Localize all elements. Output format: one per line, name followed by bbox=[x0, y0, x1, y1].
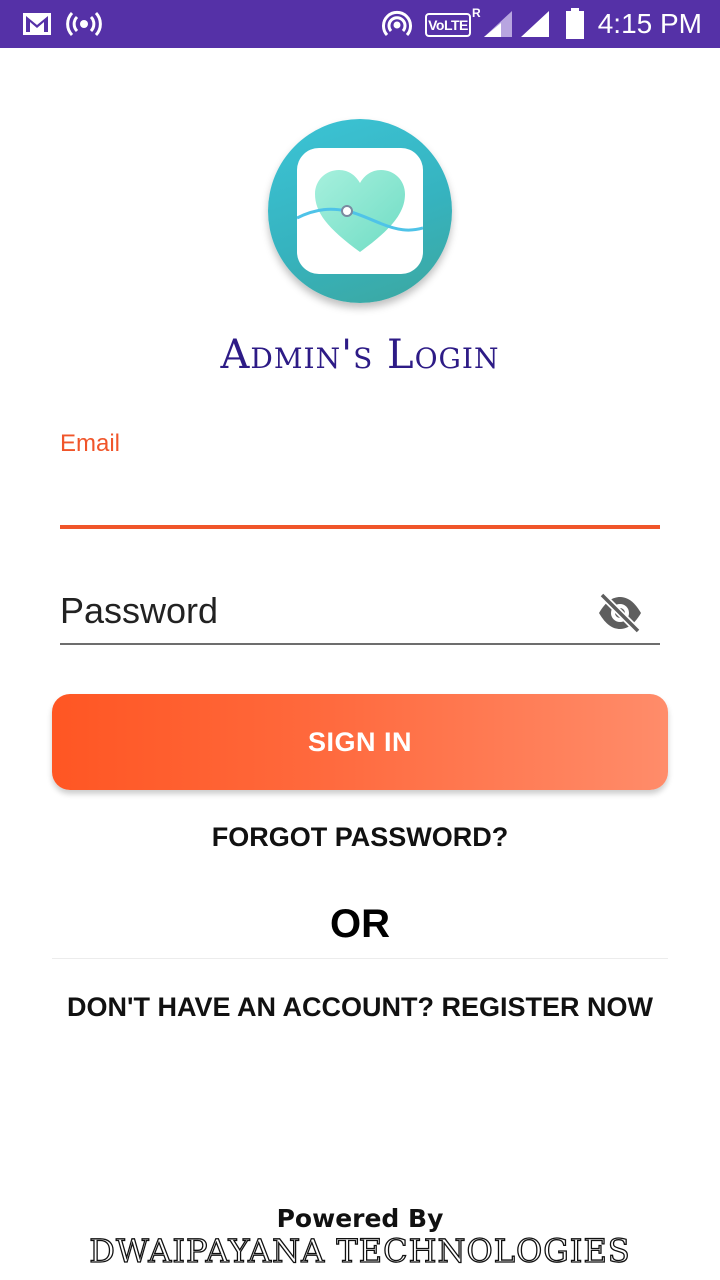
company-name: DWAIPAYANA TECHNOLOGIES bbox=[89, 1231, 631, 1270]
page-title: Admin's Login bbox=[220, 332, 500, 378]
or-separator: OR bbox=[330, 902, 390, 946]
signal-icon bbox=[521, 11, 549, 37]
hotspot-icon bbox=[66, 11, 102, 37]
password-field[interactable]: Password bbox=[60, 585, 590, 643]
signal-icon bbox=[484, 11, 512, 37]
app-logo bbox=[268, 119, 452, 303]
battery-icon bbox=[566, 8, 584, 39]
powered-by-label: Powered By bbox=[276, 1204, 444, 1233]
divider bbox=[52, 958, 668, 959]
status-time: 4:15 PM bbox=[597, 8, 702, 39]
eye-off-icon[interactable] bbox=[596, 592, 644, 634]
register-link[interactable]: DON'T HAVE AN ACCOUNT? REGISTER NOW bbox=[0, 992, 720, 1023]
password-placeholder: Password bbox=[60, 590, 219, 631]
email-label: Email bbox=[60, 430, 121, 457]
status-bar: VoLTE R 4:15 PM bbox=[0, 0, 720, 48]
volte-roaming-indicator: R bbox=[472, 6, 481, 20]
email-field[interactable] bbox=[60, 470, 660, 525]
sign-in-button[interactable]: SIGN IN bbox=[52, 694, 668, 790]
forgot-password-link[interactable]: FORGOT PASSWORD? bbox=[0, 822, 720, 853]
nfc-icon bbox=[382, 11, 412, 37]
email-underline bbox=[60, 525, 660, 529]
heart-icon bbox=[297, 170, 423, 252]
logo-tile bbox=[297, 148, 423, 274]
password-underline bbox=[60, 643, 660, 645]
gmail-icon bbox=[23, 13, 51, 35]
volte-badge: VoLTE bbox=[425, 13, 471, 37]
